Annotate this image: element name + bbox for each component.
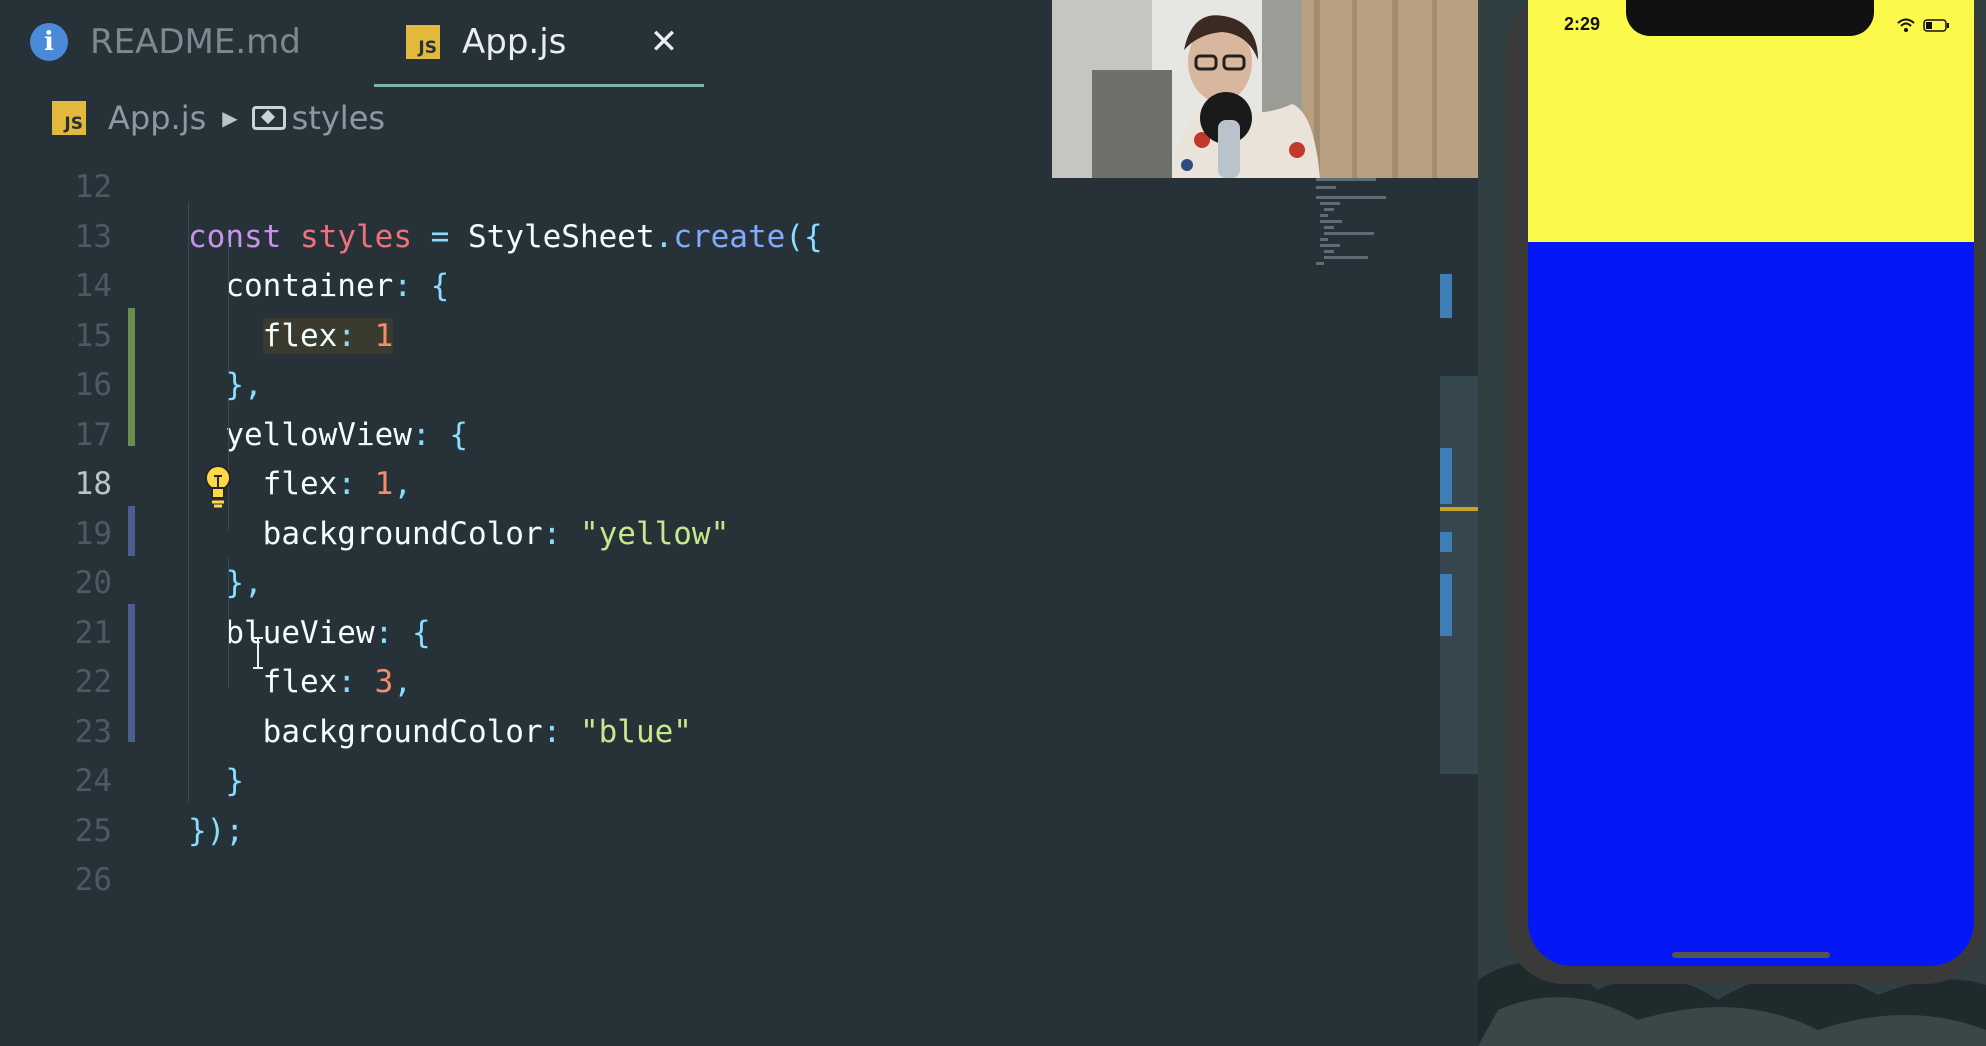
code-line[interactable]: 25}); [0, 806, 1400, 856]
webcam-overlay [1052, 0, 1480, 178]
code-line[interactable]: 14 container: { [0, 261, 1400, 311]
code-text[interactable]: const styles = StyleSheet.create({ [188, 212, 823, 262]
code-text[interactable]: }, [188, 558, 262, 608]
code-line[interactable]: 26 [0, 855, 1400, 905]
git-change-indicator [128, 506, 135, 556]
wifi-battery-icon [1897, 18, 1949, 32]
tab-app-js[interactable]: JS App.js ✕ [374, 0, 704, 87]
code-text[interactable]: yellowView: { [188, 410, 468, 460]
code-text[interactable]: }, [188, 360, 262, 410]
text-cursor-icon [253, 637, 263, 669]
code-text[interactable]: }); [188, 806, 244, 856]
line-number: 24 [74, 763, 112, 799]
blue-view [1528, 242, 1974, 966]
tab-label: App.js [462, 22, 567, 62]
minimap[interactable] [1312, 176, 1392, 266]
line-number: 17 [74, 416, 112, 453]
line-number: 18 [74, 466, 112, 502]
indent-guide [228, 558, 229, 688]
breadcrumb-file[interactable]: App.js [108, 99, 206, 137]
code-line[interactable]: 19 backgroundColor: "yellow" [0, 509, 1400, 559]
scroll-marker [1440, 274, 1452, 318]
code-line[interactable]: 23 backgroundColor: "blue" [0, 707, 1400, 757]
simulator-screen[interactable]: 2:29 [1528, 0, 1974, 966]
line-number: 15 [74, 317, 112, 354]
tab-readme[interactable]: i README.md [30, 0, 360, 84]
phone-notch [1626, 0, 1874, 36]
line-number: 12 [74, 169, 112, 205]
scroll-marker [1440, 574, 1452, 636]
home-indicator[interactable] [1672, 952, 1830, 958]
line-number: 26 [74, 862, 112, 898]
code-line[interactable]: 15 flex: 1 [0, 311, 1400, 361]
code-text[interactable]: blueView: { [188, 608, 430, 658]
git-change-indicator [128, 308, 135, 446]
lightbulb-icon[interactable] [202, 464, 234, 508]
line-number: 25 [74, 812, 112, 849]
yellow-view [1528, 0, 1974, 242]
symbol-variable-icon [251, 106, 286, 130]
breadcrumb: JS App.js ▶ styles [52, 96, 385, 140]
line-number: 13 [74, 218, 112, 255]
code-line[interactable]: 13 const styles = StyleSheet.create({ [0, 212, 1400, 262]
scroll-marker [1440, 448, 1452, 504]
info-icon: i [30, 23, 68, 61]
code-text[interactable] [188, 162, 263, 212]
code-line[interactable]: 21 blueView: { [0, 608, 1400, 658]
code-line[interactable]: 20 }, [0, 558, 1400, 608]
js-file-icon: JS [52, 101, 86, 135]
status-time: 2:29 [1564, 14, 1601, 34]
scroll-marker [1440, 532, 1452, 552]
line-number: 14 [74, 268, 112, 304]
line-number: 19 [74, 515, 112, 552]
code-line[interactable]: 16 }, [0, 360, 1400, 410]
line-number: 23 [74, 713, 112, 750]
tab-bar: i README.md JS App.js ✕ [0, 0, 1050, 87]
line-number: 20 [74, 565, 112, 601]
line-number: 21 [74, 614, 112, 651]
chevron-right-icon: ▶ [222, 106, 238, 130]
close-tab-icon[interactable]: ✕ [642, 20, 686, 64]
code-text[interactable]: flex: 1 [188, 311, 394, 361]
tab-label: README.md [90, 22, 301, 62]
code-text[interactable]: backgroundColor: "blue" [188, 707, 692, 757]
line-number: 22 [74, 664, 112, 700]
code-text[interactable]: backgroundColor: "yellow" [188, 509, 730, 559]
breadcrumb-symbol[interactable]: styles [292, 99, 385, 137]
code-line[interactable]: 22 flex: 3, [0, 657, 1400, 707]
code-text[interactable]: } [188, 756, 244, 806]
scroll-warning-marker [1440, 507, 1478, 511]
indent-guide [188, 202, 189, 802]
line-number: 16 [74, 367, 112, 403]
code-text[interactable]: flex: 3, [188, 657, 412, 707]
indent-guide [228, 242, 229, 372]
js-file-icon: JS [406, 25, 440, 59]
code-line[interactable]: 17 yellowView: { [0, 410, 1400, 460]
code-line[interactable]: 24 } [0, 756, 1400, 806]
git-change-indicator [128, 604, 135, 742]
